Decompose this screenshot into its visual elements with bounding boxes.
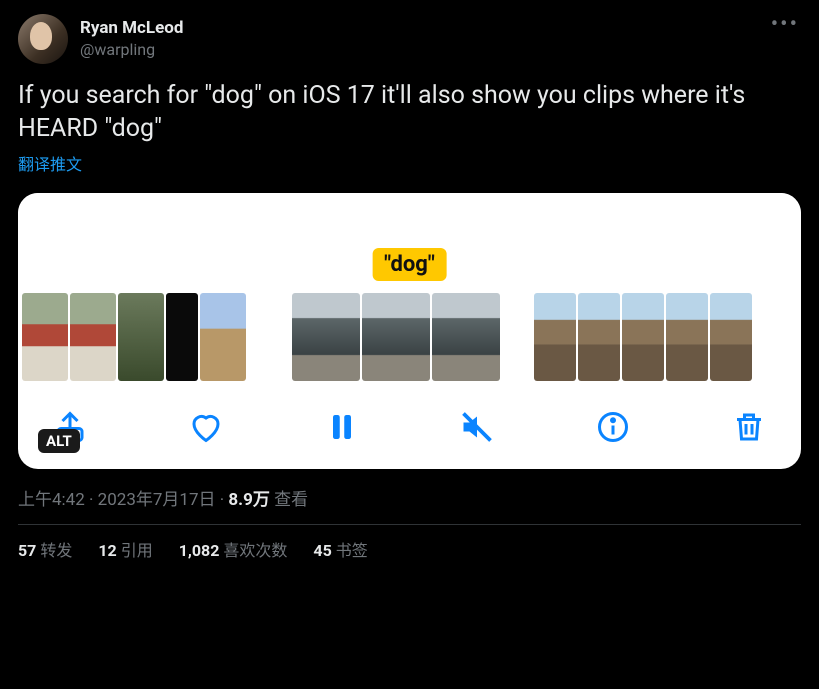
clip-frame [362,293,430,381]
heart-icon[interactable] [188,409,224,445]
clip-frame [710,293,752,381]
tweet-date[interactable]: 2023年7月17日 [98,490,216,510]
playhead[interactable] [282,289,288,387]
media-card[interactable]: "dog" [18,193,801,469]
tweet-header: Ryan McLeod @warpling [18,14,801,64]
tweet-time[interactable]: 上午4:42 [18,490,85,510]
avatar[interactable] [18,14,68,64]
clip-frame [578,293,620,381]
clip-frame [70,293,116,381]
more-options-icon[interactable]: ••• [771,12,799,37]
trash-icon[interactable] [731,409,767,445]
clip-frame [622,293,664,381]
tweet-text: If you search for "dog" on iOS 17 it'll … [18,80,801,145]
video-scrubber[interactable] [18,281,801,389]
author-block[interactable]: Ryan McLeod @warpling [80,18,183,59]
stat-bookmarks[interactable]: 45书签 [313,537,367,561]
clip-group-3[interactable] [534,293,752,383]
clip-frame [118,293,164,381]
clip-frame [666,293,708,381]
tweet-meta: 上午4:42 · 2023年7月17日 · 8.9万 查看 [18,485,801,510]
tweet-stats: 57转发 12引用 1,082喜欢次数 45书签 [18,537,801,561]
media-controls [18,389,801,455]
search-tag: "dog" [372,248,447,281]
media-top: "dog" [18,193,801,281]
info-icon[interactable] [595,409,631,445]
clip-frame [292,293,360,381]
mute-icon[interactable] [459,409,495,445]
handle: @warpling [80,40,183,60]
clip-frame [432,293,500,381]
alt-badge[interactable]: ALT [38,429,80,453]
clip-frame [534,293,576,381]
views-label: 查看 [270,490,308,510]
tweet-container: ••• Ryan McLeod @warpling If you search … [0,0,819,571]
views-count: 8.9万 [228,490,269,510]
clip-frame [22,293,68,381]
translate-link[interactable]: 翻译推文 [18,151,82,175]
clip-frame [166,293,198,381]
stat-likes[interactable]: 1,082喜欢次数 [179,537,288,561]
divider [18,524,801,525]
clip-group-2[interactable] [280,293,500,383]
pause-icon[interactable] [324,409,360,445]
display-name: Ryan McLeod [80,18,183,39]
stat-retweets[interactable]: 57转发 [18,537,72,561]
clip-frame [200,293,246,381]
clip-group-1[interactable] [22,293,246,383]
stat-quotes[interactable]: 12引用 [98,537,152,561]
